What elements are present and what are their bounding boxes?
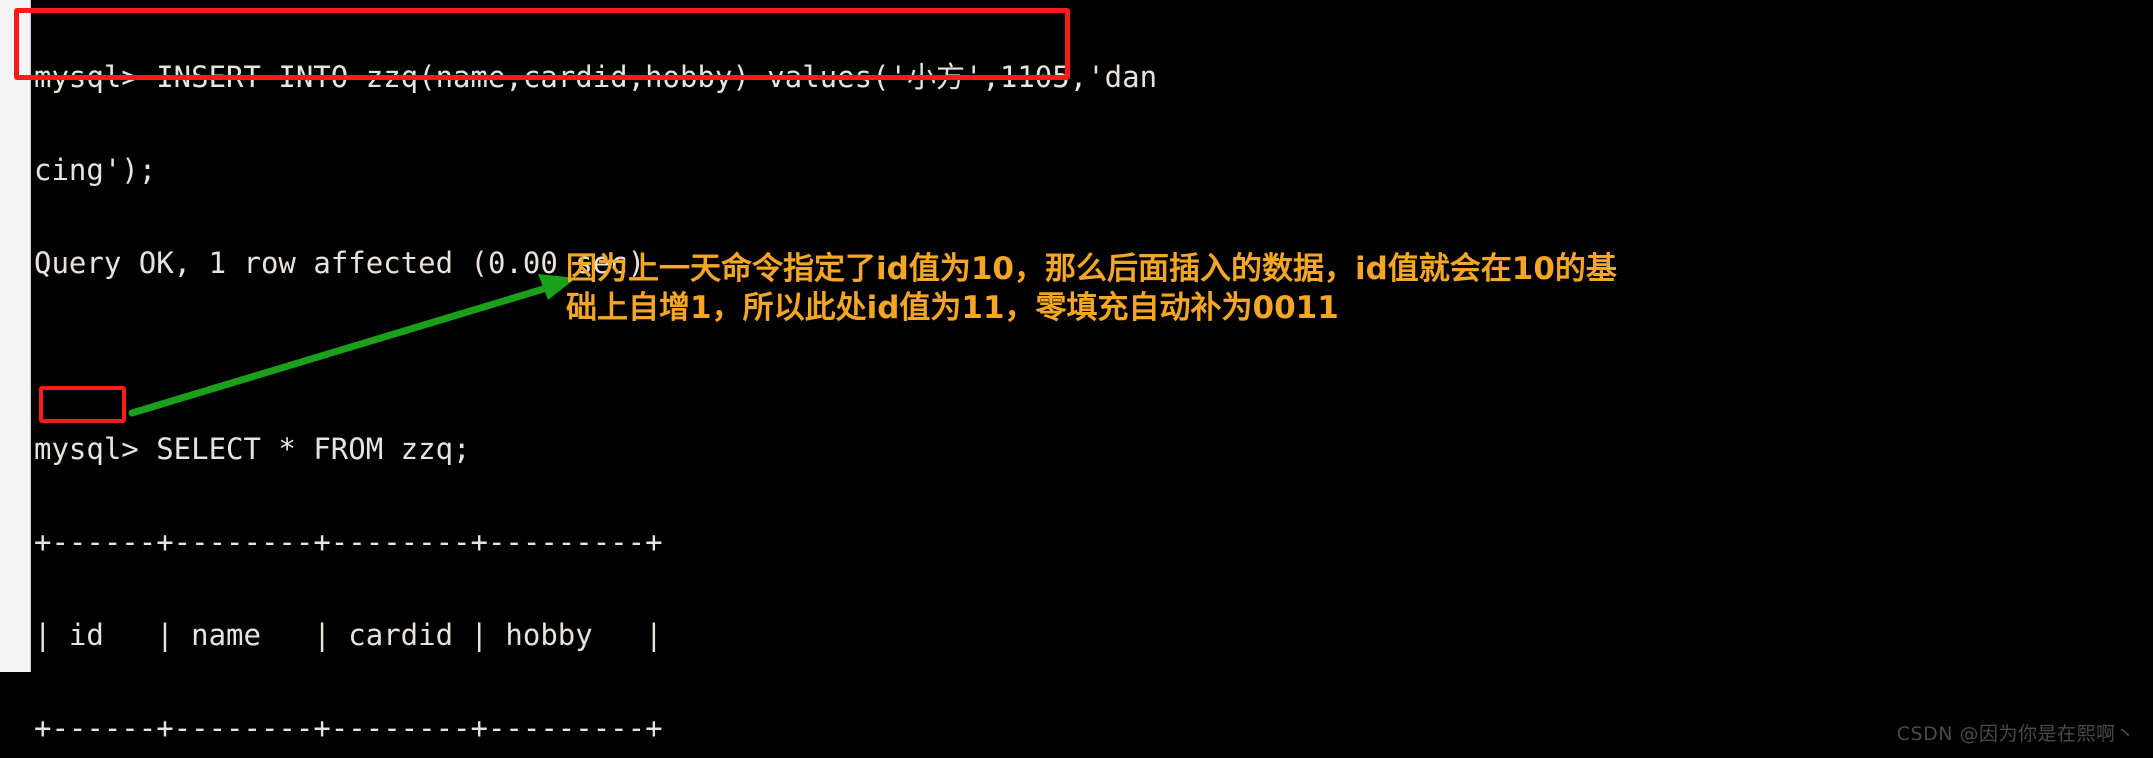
annotation-line-2: 础上自增1，所以此处id值为11，零填充自动补为0011 [566, 290, 1339, 326]
annotation-text: 因为上一天命令指定了id值为10，那么后面插入的数据，id值就会在10的基 础上… [566, 250, 2146, 328]
window-left-gutter-bottom [0, 672, 30, 758]
terminal-line: cing'); [34, 153, 157, 187]
annotation-line-1: 因为上一天命令指定了id值为10，那么后面插入的数据，id值就会在10的基 [566, 251, 1617, 287]
terminal-line: mysql> SELECT * FROM zzq; [34, 432, 471, 466]
terminal-output[interactable]: mysql> INSERT INTO zzq(name,cardid,hobby… [30, 0, 2153, 758]
table-border-top: +------+--------+--------+---------+ [34, 525, 663, 559]
table-header-row: | id | name | cardid | hobby | [34, 618, 663, 652]
csdn-watermark: CSDN @因为你是在熙啊丶 [1896, 723, 2135, 745]
terminal-line: mysql> INSERT INTO zzq(name,cardid,hobby… [34, 60, 1158, 94]
terminal-screenshot: mysql> INSERT INTO zzq(name,cardid,hobby… [0, 0, 2153, 758]
window-left-gutter [0, 0, 31, 672]
table-border-mid: +------+--------+--------+---------+ [34, 711, 663, 745]
